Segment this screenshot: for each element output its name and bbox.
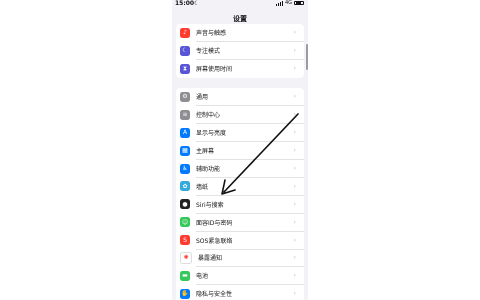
- arrow-line: [223, 113, 299, 193]
- annotation-arrow: [221, 113, 299, 195]
